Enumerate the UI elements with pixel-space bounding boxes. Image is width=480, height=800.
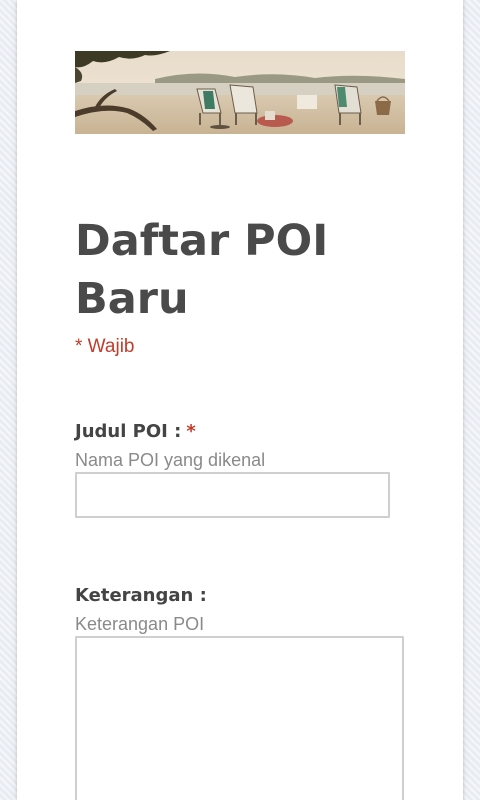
question-label-keterangan: Keterangan : (75, 585, 207, 606)
question-help-judul: Nama POI yang dikenal (75, 450, 266, 470)
form-title: Daftar POI Baru (75, 216, 329, 324)
question-help-keterangan: Keterangan POI (75, 614, 205, 634)
keterangan-textarea[interactable] (75, 636, 404, 800)
question-label-text: Judul POI : (75, 421, 182, 442)
judul-poi-input[interactable] (75, 472, 390, 518)
required-asterisk: * (186, 421, 196, 442)
question-label-judul: Judul POI : * (75, 421, 196, 442)
required-note: * Wajib (75, 336, 135, 357)
header-banner-image (75, 51, 405, 134)
